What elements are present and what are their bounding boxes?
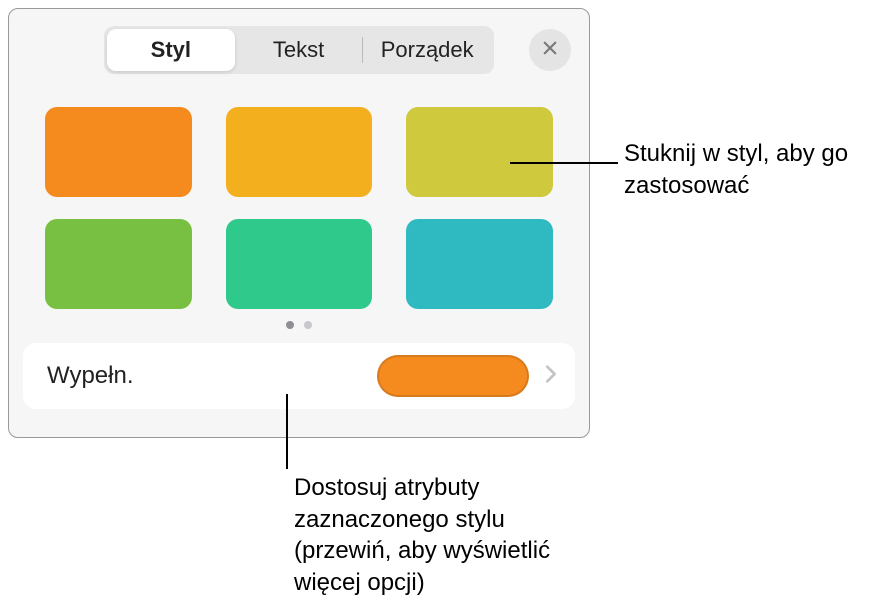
segmented-control: Styl Tekst Porządek: [104, 26, 494, 74]
page-dot[interactable]: [286, 321, 294, 329]
tab-label: Porządek: [381, 37, 474, 63]
fill-right-group: [377, 355, 561, 397]
fill-row[interactable]: Wypełn.: [23, 343, 575, 409]
tab-arrange[interactable]: Porządek: [363, 29, 491, 71]
page-indicator: [9, 321, 589, 329]
callout-customize-attributes: Dostosuj atrybuty zaznaczonego stylu (pr…: [294, 472, 584, 599]
tab-text[interactable]: Tekst: [235, 29, 363, 71]
format-panel: Styl Tekst Porządek: [8, 8, 590, 438]
tab-label: Tekst: [273, 37, 324, 63]
chevron-right-icon: [539, 363, 561, 390]
style-swatch[interactable]: [45, 107, 192, 197]
panel-header: Styl Tekst Porządek: [9, 23, 589, 77]
style-swatch[interactable]: [226, 219, 373, 309]
callout-leader-line: [286, 394, 288, 469]
page-dot[interactable]: [304, 321, 312, 329]
callout-apply-style: Stuknij w styl, aby go zastosować: [624, 138, 864, 201]
style-swatch[interactable]: [226, 107, 373, 197]
tab-style[interactable]: Styl: [107, 29, 235, 71]
style-swatch[interactable]: [406, 219, 553, 309]
close-icon: [541, 39, 559, 62]
callout-leader-line: [510, 162, 618, 164]
tab-label: Styl: [151, 37, 191, 63]
style-swatch[interactable]: [406, 107, 553, 197]
style-swatch-grid: [45, 107, 553, 309]
fill-color-preview[interactable]: [377, 355, 529, 397]
close-button[interactable]: [529, 29, 571, 71]
fill-label: Wypełn.: [47, 362, 133, 390]
style-swatch[interactable]: [45, 219, 192, 309]
